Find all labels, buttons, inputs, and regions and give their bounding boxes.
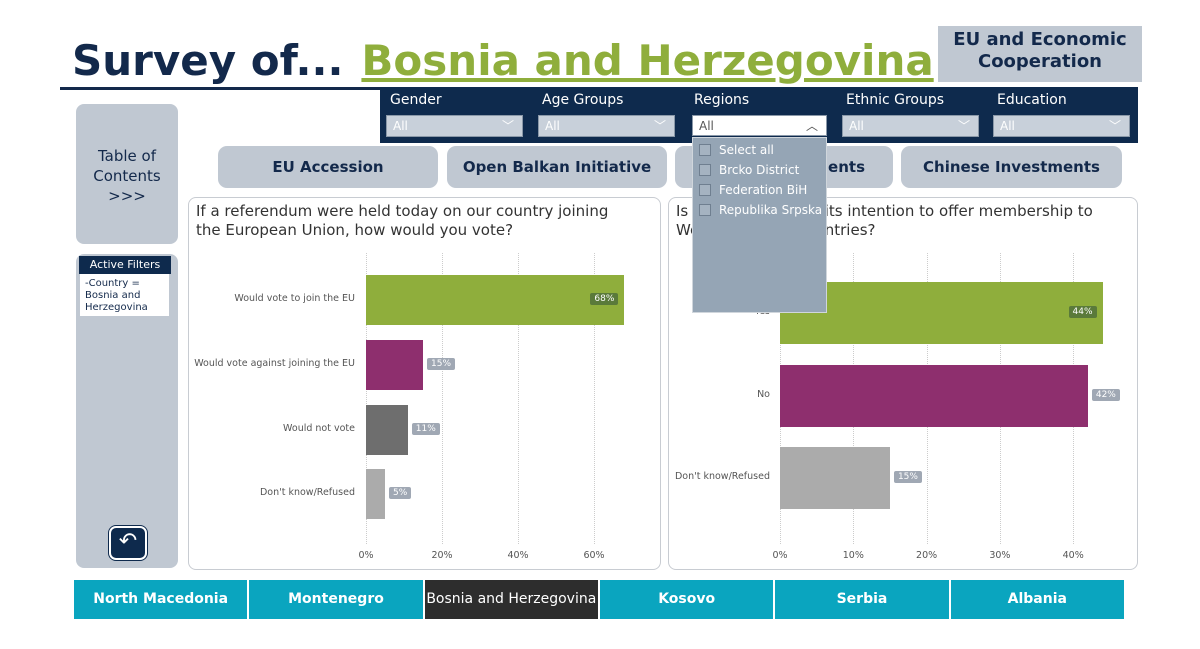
ethnic-select[interactable]: All ﹀	[842, 115, 979, 137]
x-tick-label: 0%	[772, 550, 788, 561]
filter-label: Age Groups	[542, 92, 624, 108]
chevron-down-icon: ﹀	[1108, 119, 1121, 133]
bar[interactable]	[780, 365, 1088, 427]
chart-card-referendum: If a referendum were held today on our c…	[188, 197, 661, 570]
title-divider	[60, 87, 390, 90]
x-tick-label: 0%	[358, 550, 374, 561]
page-title: Survey of... Bosnia and Herzegovina	[72, 36, 934, 85]
bar[interactable]	[366, 405, 408, 455]
option-label: Brcko District	[719, 163, 800, 177]
regions-select[interactable]: All ︿	[692, 115, 827, 136]
age-select[interactable]: All ﹀	[538, 115, 675, 137]
select-value: All	[545, 119, 560, 133]
category-label: Would not vote	[283, 423, 355, 434]
tab-open-balkan[interactable]: Open Balkan Initiative	[447, 146, 667, 188]
table-of-contents-button[interactable]: Table of Contents >>>	[76, 104, 178, 244]
regions-dropdown-list: Select all Brcko District Federation BiH…	[692, 137, 827, 313]
select-value: All	[393, 119, 408, 133]
checkbox[interactable]	[699, 144, 711, 156]
x-tick-label: 30%	[989, 550, 1011, 561]
x-tick-label: 20%	[431, 550, 453, 561]
option-federation[interactable]: Federation BiH	[693, 180, 826, 200]
data-label: 68%	[590, 293, 619, 305]
tab-eu-accession[interactable]: EU Accession	[218, 146, 438, 188]
nav-serbia[interactable]: Serbia	[775, 580, 951, 619]
back-button[interactable]: ↶	[109, 526, 147, 560]
bar[interactable]	[366, 469, 385, 519]
select-value: All	[699, 119, 714, 133]
bar[interactable]	[780, 282, 1103, 344]
x-tick-label: 40%	[507, 550, 529, 561]
option-label: Republika Srpska	[719, 203, 823, 217]
x-tick-label: 60%	[583, 550, 605, 561]
filter-label: Regions	[694, 92, 750, 108]
category-label: Don't know/Refused	[674, 471, 770, 482]
back-arrow-icon: ↶	[118, 529, 138, 554]
chevron-down-icon: ﹀	[957, 119, 970, 133]
select-value: All	[1000, 119, 1015, 133]
nav-montenegro[interactable]: Montenegro	[249, 580, 425, 619]
country-title: Bosnia and Herzegovina	[361, 36, 934, 85]
nav-bosnia-and-herzegovina[interactable]: Bosnia and Herzegovina	[424, 580, 600, 619]
chevron-down-icon: ﹀	[653, 119, 666, 133]
filter-label: Ethnic Groups	[846, 92, 945, 108]
filter-label: Education	[997, 92, 1067, 108]
checkbox[interactable]	[699, 184, 711, 196]
option-label: Select all	[719, 143, 774, 157]
gender-select[interactable]: All ﹀	[386, 115, 523, 137]
category-label: Would vote against joining the EU	[194, 358, 355, 369]
bar[interactable]	[366, 275, 625, 325]
chart-title: If a referendum were held today on our c…	[196, 202, 609, 239]
title-prefix: Survey of...	[72, 36, 344, 85]
x-tick-label: 10%	[842, 550, 864, 561]
x-tick-label: 20%	[916, 550, 938, 561]
chevron-down-icon: ﹀	[501, 119, 514, 133]
active-filters-text: -Country = Bosnia and Herzegovina	[80, 274, 169, 316]
data-label: 42%	[1091, 389, 1120, 401]
data-label: 44%	[1068, 306, 1097, 318]
category-label: Would vote to join the EU	[234, 293, 355, 304]
option-label: Federation BiH	[719, 183, 808, 197]
category-label: Don't know/Refused	[259, 487, 355, 498]
bar[interactable]	[780, 447, 890, 509]
education-select[interactable]: All ﹀	[993, 115, 1130, 137]
nav-albania[interactable]: Albania	[950, 580, 1126, 619]
nav-north-macedonia[interactable]: North Macedonia	[74, 580, 250, 619]
data-label: 11%	[411, 423, 440, 435]
option-select-all[interactable]: Select all	[693, 140, 826, 160]
data-label: 5%	[389, 487, 412, 499]
option-republika[interactable]: Republika Srpska	[693, 200, 826, 220]
filter-label: Gender	[390, 92, 442, 108]
nav-kosovo[interactable]: Kosovo	[599, 580, 776, 619]
country-nav: North Macedonia Montenegro Bosnia and Herz…	[74, 580, 1126, 619]
checkbox[interactable]	[699, 204, 711, 216]
chevron-up-icon: ︿	[805, 119, 818, 133]
category-label: No	[757, 389, 770, 400]
checkbox[interactable]	[699, 164, 711, 176]
tab-chinese-investments[interactable]: Chinese Investments	[901, 146, 1122, 188]
data-label: 15%	[893, 471, 922, 483]
x-tick-label: 40%	[1062, 550, 1084, 561]
active-filters-title: Active Filters	[79, 256, 171, 274]
bar[interactable]	[366, 340, 423, 390]
option-brcko[interactable]: Brcko District	[693, 160, 826, 180]
select-value: All	[849, 119, 864, 133]
data-label: 15%	[427, 358, 456, 370]
section-label: EU and Economic Cooperation	[938, 26, 1142, 82]
